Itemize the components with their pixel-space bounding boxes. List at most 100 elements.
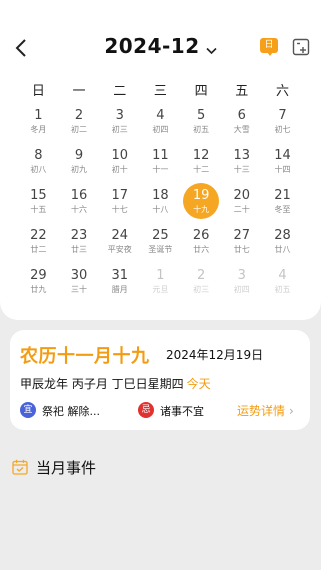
- ganzhi-text: 甲辰龙年 丙子月 丁巳日星期四: [20, 377, 184, 391]
- calendar-day[interactable]: 23 廿三: [59, 226, 100, 266]
- day-number: 5: [196, 108, 206, 123]
- day-number: 3: [115, 108, 124, 123]
- calendar-day[interactable]: 15 十五: [18, 186, 59, 226]
- calendar-day[interactable]: 22 廿二: [18, 226, 59, 266]
- day-number: 16: [70, 188, 88, 203]
- calendar-day[interactable]: 29 廿九: [18, 266, 59, 306]
- calendar-week-row: 15 十五 16 十六 17 十七 18 十八 19 十九 20 二十 21 冬至: [18, 183, 303, 226]
- lunar-day: 初五: [274, 285, 291, 294]
- lunar-day: 初四: [152, 125, 169, 134]
- calendar-day[interactable]: 4 初四: [140, 106, 181, 146]
- day-number: 10: [111, 148, 128, 163]
- weekday-sat: 六: [275, 84, 289, 99]
- calendar-day[interactable]: 2 初三: [181, 266, 222, 306]
- day-number: 27: [233, 228, 251, 243]
- lunar-date-title: 农历十一月十九: [20, 346, 150, 367]
- day-number: 13: [233, 148, 251, 163]
- day-number: 15: [30, 188, 47, 203]
- calendar-day[interactable]: 5 初五: [181, 106, 222, 146]
- calendar-day[interactable]: 25 圣诞节: [140, 226, 181, 266]
- monthly-events-label: 当月事件: [36, 458, 97, 477]
- calendar-day[interactable]: 14 十四: [262, 146, 303, 186]
- calendar-day[interactable]: 3 初四: [221, 266, 262, 306]
- calendar-day-selected[interactable]: 19 十九: [181, 183, 222, 226]
- calendar-day[interactable]: 12 十二: [181, 146, 222, 186]
- calendar-day[interactable]: 16 十六: [59, 186, 100, 226]
- fortune-details-link[interactable]: 运势详情 ›: [237, 402, 294, 419]
- day-number: 31: [111, 268, 128, 283]
- day-number: 21: [274, 188, 291, 203]
- calendar-day[interactable]: 28 廿八: [262, 226, 303, 266]
- lunar-day: 廿二: [30, 245, 47, 254]
- weekday-wed: 三: [153, 84, 167, 99]
- calendar-add-icon: [292, 38, 310, 56]
- calendar-day[interactable]: 1 元旦: [140, 266, 181, 306]
- lunar-day: 十三: [233, 165, 250, 174]
- lunar-day: 元旦: [152, 285, 169, 294]
- today-icon: 日: [260, 38, 278, 53]
- lunar-day: 十七: [111, 205, 128, 214]
- lunar-day: 初八: [30, 165, 47, 174]
- calendar-day[interactable]: 1 冬月: [18, 106, 59, 146]
- monthly-events-section[interactable]: 当月事件: [12, 456, 96, 478]
- lunar-day: 冬月: [30, 125, 47, 134]
- day-number: 23: [70, 228, 88, 243]
- lunar-day: 十九: [193, 205, 210, 214]
- calendar-day[interactable]: 3 初三: [99, 106, 140, 146]
- calendar-card: 2024-12 日 日 一 二 三 四 五 六 1 冬月 2 初二 3 初三 4 初四 5 初五 6…: [0, 0, 321, 320]
- day-number: 1: [156, 268, 165, 283]
- day-number: 22: [30, 228, 47, 243]
- lunar-day: 初二: [71, 125, 88, 134]
- calendar-week-row: 29 廿九 30 三十 31 腊月 1 元旦 2 初三 3 初四 4 初五: [18, 266, 303, 306]
- day-number: 4: [278, 268, 287, 283]
- ji-badge: 忌: [138, 402, 154, 418]
- lunar-day: 十二: [193, 165, 210, 174]
- weekday-sun: 日: [31, 84, 45, 99]
- chevron-down-icon: [206, 36, 217, 60]
- day-number: 1: [34, 108, 43, 123]
- lunar-day: 初十: [111, 165, 128, 174]
- calendar-day[interactable]: 11 十一: [140, 146, 181, 186]
- calendar-day[interactable]: 7 初七: [262, 106, 303, 146]
- calendar-day[interactable]: 10 初十: [99, 146, 140, 186]
- day-number: 12: [192, 148, 210, 163]
- today-button[interactable]: 日: [260, 38, 278, 58]
- calendar-day[interactable]: 6 大雪: [221, 106, 262, 146]
- calendar-day[interactable]: 24 平安夜: [99, 226, 140, 266]
- day-number: 9: [74, 148, 84, 163]
- lunar-day: 廿八: [274, 245, 291, 254]
- day-number: 30: [70, 268, 88, 283]
- lunar-day: 初九: [71, 165, 88, 174]
- calendar-day[interactable]: 21 冬至: [262, 186, 303, 226]
- yi-text: 祭祀 解除...: [42, 405, 100, 418]
- weekday-mon: 一: [72, 84, 86, 99]
- add-event-button[interactable]: [292, 38, 310, 56]
- lunar-day: 十八: [152, 205, 169, 214]
- lunar-day: 三十: [71, 285, 88, 294]
- calendar-week-row: 1 冬月 2 初二 3 初三 4 初四 5 初五 6 大雪 7 初七: [18, 106, 303, 146]
- day-info-card[interactable]: 农历十一月十九 2024年12月19日 甲辰龙年 丙子月 丁巳日星期四 今天 宜 …: [10, 330, 310, 430]
- day-number: 28: [274, 228, 291, 243]
- calendar-day[interactable]: 30 三十: [59, 266, 100, 306]
- calendar-day[interactable]: 31 腊月: [99, 266, 140, 306]
- calendar-day[interactable]: 8 初八: [18, 146, 59, 186]
- lunar-day: 十四: [274, 165, 291, 174]
- calendar-grid: 1 冬月 2 初二 3 初三 4 初四 5 初五 6 大雪 7 初七 8 初八 9 初九 10 初十 11 十一 12 十二 1…: [18, 106, 303, 306]
- day-number: 18: [152, 188, 169, 203]
- calendar-day[interactable]: 4 初五: [262, 266, 303, 306]
- calendar-day[interactable]: 9 初九: [59, 146, 100, 186]
- day-number: 17: [111, 188, 128, 203]
- calendar-day[interactable]: 27 廿七: [221, 226, 262, 266]
- day-number: 26: [192, 228, 210, 243]
- calendar-day[interactable]: 2 初二: [59, 106, 100, 146]
- day-number: 2: [74, 108, 84, 123]
- calendar-day[interactable]: 26 廿六: [181, 226, 222, 266]
- calendar-day[interactable]: 20 二十: [221, 186, 262, 226]
- today-icon-tail: [267, 52, 273, 56]
- day-number: 2: [196, 268, 206, 283]
- calendar-day[interactable]: 18 十八: [140, 186, 181, 226]
- calendar-day[interactable]: 13 十三: [221, 146, 262, 186]
- calendar-day[interactable]: 17 十七: [99, 186, 140, 226]
- day-number: 3: [237, 268, 246, 283]
- lunar-day: 十六: [71, 205, 88, 214]
